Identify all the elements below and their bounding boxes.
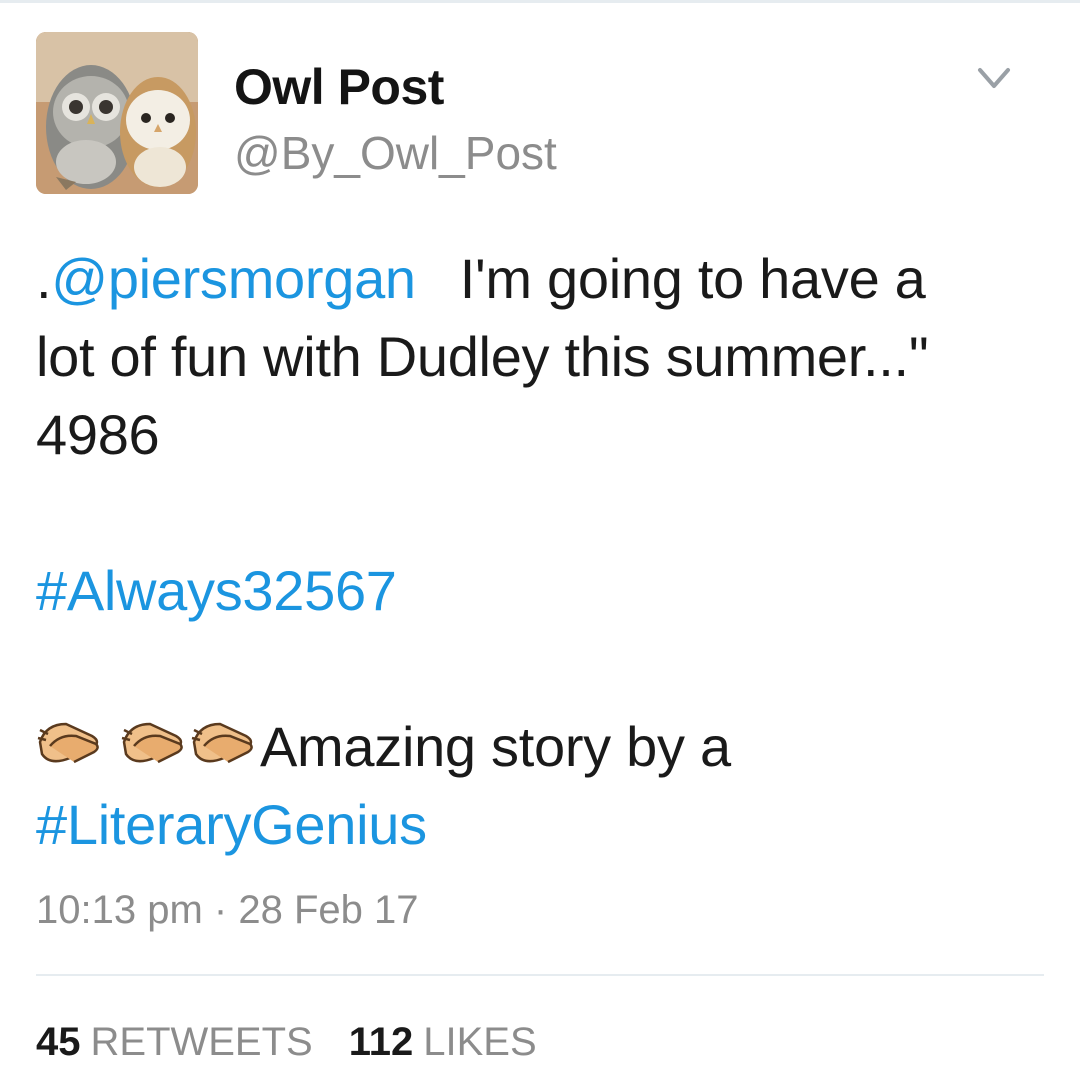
tweet-line-text: Amazing story by a bbox=[260, 715, 731, 778]
tweet-line-1: .@piersmorgan I'm going to have a bbox=[36, 240, 1046, 318]
like-count: 112 bbox=[348, 1020, 414, 1064]
tweet-time: 10:13 pm bbox=[36, 888, 203, 932]
clapping-hands-icon bbox=[36, 712, 106, 772]
clapping-hands-icon bbox=[120, 712, 190, 772]
avatar[interactable] bbox=[36, 32, 198, 194]
timestamp-separator: · bbox=[213, 888, 228, 932]
mention-link[interactable]: @piersmorgan bbox=[51, 247, 416, 310]
clapping-hands-icon bbox=[190, 712, 260, 772]
likes-stat[interactable]: 112 LIKES bbox=[349, 1020, 537, 1064]
tweet-line-2: lot of fun with Dudley this summer..." bbox=[36, 325, 929, 388]
like-label: LIKES bbox=[423, 1020, 537, 1064]
tweet-line-3: 4986 bbox=[36, 403, 160, 466]
owl-avatar-image bbox=[36, 32, 198, 194]
tweet-text: .@piersmorgan I'm going to have a lot of … bbox=[36, 240, 1046, 864]
retweet-count: 45 bbox=[36, 1020, 81, 1064]
tweet-line-6: #LiteraryGenius bbox=[36, 786, 1046, 864]
tweet-line-4: #Always32567 bbox=[36, 552, 1046, 630]
retweet-label: RETWEETS bbox=[90, 1020, 313, 1064]
tweet-stats: 45 RETWEETS 112 LIKES bbox=[36, 1020, 537, 1065]
tweet-line-5: Amazing story by a bbox=[36, 708, 1046, 786]
tweet-prefix: . bbox=[36, 247, 52, 310]
stats-divider bbox=[36, 974, 1044, 976]
retweets-stat[interactable]: 45 RETWEETS bbox=[36, 1020, 313, 1064]
tweet-date: 28 Feb 17 bbox=[238, 888, 419, 932]
hashtag-link[interactable]: #Always32567 bbox=[36, 559, 397, 622]
hashtag-link[interactable]: #LiteraryGenius bbox=[36, 793, 427, 856]
top-divider bbox=[0, 0, 1080, 3]
tweet-line-text: I'm going to have a bbox=[459, 247, 926, 310]
display-name[interactable]: Owl Post bbox=[234, 58, 444, 116]
chevron-down-icon[interactable] bbox=[974, 60, 1014, 96]
user-handle[interactable]: @By_Owl_Post bbox=[234, 126, 557, 180]
tweet-timestamp[interactable]: 10:13 pm · 28 Feb 17 bbox=[36, 888, 419, 933]
